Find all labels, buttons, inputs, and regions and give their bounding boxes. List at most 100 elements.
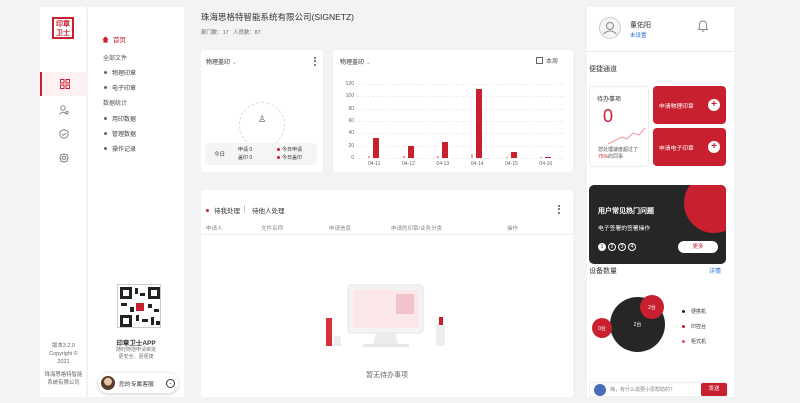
device-bubble-medium: 2台 — [640, 295, 664, 319]
progress-ring — [239, 102, 285, 148]
bullet-icon — [104, 71, 107, 74]
rail-dashboard[interactable] — [40, 72, 87, 96]
x-tick-label: 04-16 — [539, 161, 553, 167]
app-title: 印章卫士APP — [116, 340, 156, 347]
bar-04-12-s0 — [402, 156, 405, 158]
table-header-divider — [201, 234, 573, 235]
faq-card: 用户常见热门问题 电子签署的签署操作 1 2 3 4 更多 — [589, 185, 726, 264]
tab-mine[interactable]: 待我处理 — [206, 205, 240, 215]
device-legend-portable: 便携机 — [682, 308, 706, 315]
nav-group-files: 全部文件 — [103, 56, 128, 62]
faq-question[interactable]: 电子签署的签署操作 — [598, 223, 650, 232]
grid-line — [357, 133, 563, 135]
rail-footer: 版本3.2.0 Copyright © 2021 珠海思格特智能 系统有限公司 — [40, 342, 87, 387]
plus-icon: + — [708, 99, 720, 111]
legend-apply: 今日申请 — [277, 146, 302, 153]
legend-seal: 今日盖印 — [277, 154, 302, 161]
nav-item-electronic-seal[interactable]: 电子印章 — [104, 83, 136, 92]
bullet-icon — [104, 147, 107, 150]
y-tick-label: 60 — [348, 118, 354, 124]
today-seal-card: 物理盖印 ⌄ ♙ 今日 申请 0 盖印 0 今日申请 今日盖印 — [201, 50, 323, 172]
user-settings-icon — [58, 105, 69, 115]
y-tick-label: 40 — [348, 130, 354, 137]
devices-detail-link[interactable]: 详情 — [709, 266, 721, 275]
todo-count: 0 — [603, 106, 614, 126]
grid-line — [357, 145, 563, 147]
todo-label: 待办事项 — [597, 97, 622, 103]
column-action: 操作 — [507, 226, 519, 232]
company-line-1: 珠海思格特智能 — [44, 372, 83, 378]
stamp-icon: ♙ — [258, 114, 267, 124]
faq-more-button[interactable]: 更多 — [678, 241, 718, 253]
rail-users[interactable] — [40, 98, 87, 122]
x-tick-label: 04-11 — [367, 161, 381, 167]
nav-item-label: 用印数据 — [112, 117, 137, 123]
weekly-chart-card: 物理盖印 ⌄ 本周 0 20 40 60 80 100 120 04-11 04-12 04-13… — [333, 50, 573, 172]
send-button[interactable]: 发送 — [701, 383, 727, 396]
device-legend-console: 印控台 — [682, 323, 706, 330]
apply-electronic-seal-button[interactable]: 申请电子印章 + — [653, 128, 726, 166]
org-stats: 部门数：17 人员数：87 — [201, 28, 261, 36]
app-sub-line-2: 更安全、更便捷 — [118, 354, 154, 360]
bar-04-16-s1 — [544, 156, 551, 158]
copyright-year: 2021 — [57, 359, 70, 365]
apply-electronic-label: 申请电子印章 — [659, 145, 694, 152]
faq-page-4[interactable]: 4 — [628, 243, 636, 251]
shortcuts-title: 便捷通道 — [589, 66, 617, 73]
version-text: 版本3.2.0 — [52, 343, 75, 349]
plus-icon: + — [708, 141, 720, 153]
gear-icon — [58, 153, 69, 163]
column-filename: 文件名称 — [261, 226, 284, 232]
more-icon[interactable] — [558, 205, 560, 215]
y-tick-label: 120 — [345, 81, 354, 87]
todo-card[interactable]: 待办事项 0 您处理速度超过了 75%的同事 — [589, 86, 649, 167]
consultant-button[interactable]: 您的专属客服 ⌄ — [98, 373, 178, 393]
chevron-down-icon: ⌄ — [166, 378, 175, 388]
bar-chart: 0 20 40 60 80 100 120 04-11 04-12 04-13 04-14 04-15… — [333, 50, 573, 172]
device-legend-cabinet: 柜式机 — [682, 338, 706, 345]
bell-icon[interactable] — [697, 20, 709, 32]
bullet-icon — [104, 86, 107, 89]
rail-settings[interactable] — [40, 146, 87, 170]
app-subtitle: 随时随地申请审批 更安全、更便捷 — [88, 347, 184, 361]
bar-04-15-s0 — [505, 156, 508, 158]
user-avatar[interactable] — [599, 17, 621, 39]
copyright-text: Copyright © — [49, 351, 78, 357]
shield-icon — [59, 129, 68, 139]
chat-input[interactable]: 嗨，有什么需要小思帮助的？ — [610, 386, 675, 393]
user-name: 董佑阳 — [630, 22, 651, 29]
todo-description: 您处理速度超过了 75%的同事 — [598, 147, 638, 161]
consultant-avatar — [101, 376, 115, 390]
x-tick-label: 04-13 — [436, 161, 450, 167]
nav-item-manage-data[interactable]: 管理数据 — [104, 129, 136, 138]
todo-desc-line-2: 75%的同事 — [598, 154, 624, 160]
x-tick-label: 04-12 — [402, 161, 415, 167]
app-logo: 印章 卫士 — [52, 17, 74, 39]
bullet-icon — [104, 117, 107, 120]
company-line-2: 系统有限公司 — [47, 380, 80, 386]
tab-others[interactable]: 待他人处理 — [252, 205, 285, 215]
trend-sparkline — [608, 127, 646, 145]
bar-04-16-s0 — [539, 156, 542, 158]
nav-home[interactable]: 首页 — [102, 34, 126, 44]
nav-item-seal-data[interactable]: 用印数据 — [104, 114, 136, 123]
bar-04-15-s1 — [510, 151, 517, 158]
faq-page-2[interactable]: 2 — [608, 243, 616, 251]
tasks-card: 待我处理 待他人处理 申请人 文件名称 申请信息 申请的印章/业务分类 操作 暂… — [201, 190, 573, 397]
grid-line — [357, 96, 563, 98]
faq-page-1[interactable]: 1 — [598, 243, 606, 251]
user-status-link[interactable]: 未设置 — [630, 31, 647, 39]
rail-security[interactable] — [40, 122, 87, 146]
apply-physical-seal-button[interactable]: 申请物理印章 + — [653, 86, 726, 124]
right-panel: 董佑阳 未设置 便捷通道 待办事项 0 您处理速度超过了 75%的同事 申请物理… — [587, 7, 734, 397]
company-name: 珠海思格特智能系统有限公司(SIGNETZ) — [201, 12, 354, 22]
faq-page-3[interactable]: 3 — [618, 243, 626, 251]
nav-item-operation-log[interactable]: 操作记录 — [104, 144, 136, 153]
people-label: 人员数： — [233, 30, 255, 36]
bullet-icon — [104, 132, 107, 135]
device-bubble-small: 0台 — [592, 318, 612, 338]
today-label: 今日 — [214, 152, 226, 158]
nav-item-physical-seal[interactable]: 物理印章 — [104, 68, 136, 77]
more-icon[interactable] — [314, 57, 316, 67]
seal-card-title[interactable]: 物理盖印 ⌄ — [206, 57, 237, 66]
